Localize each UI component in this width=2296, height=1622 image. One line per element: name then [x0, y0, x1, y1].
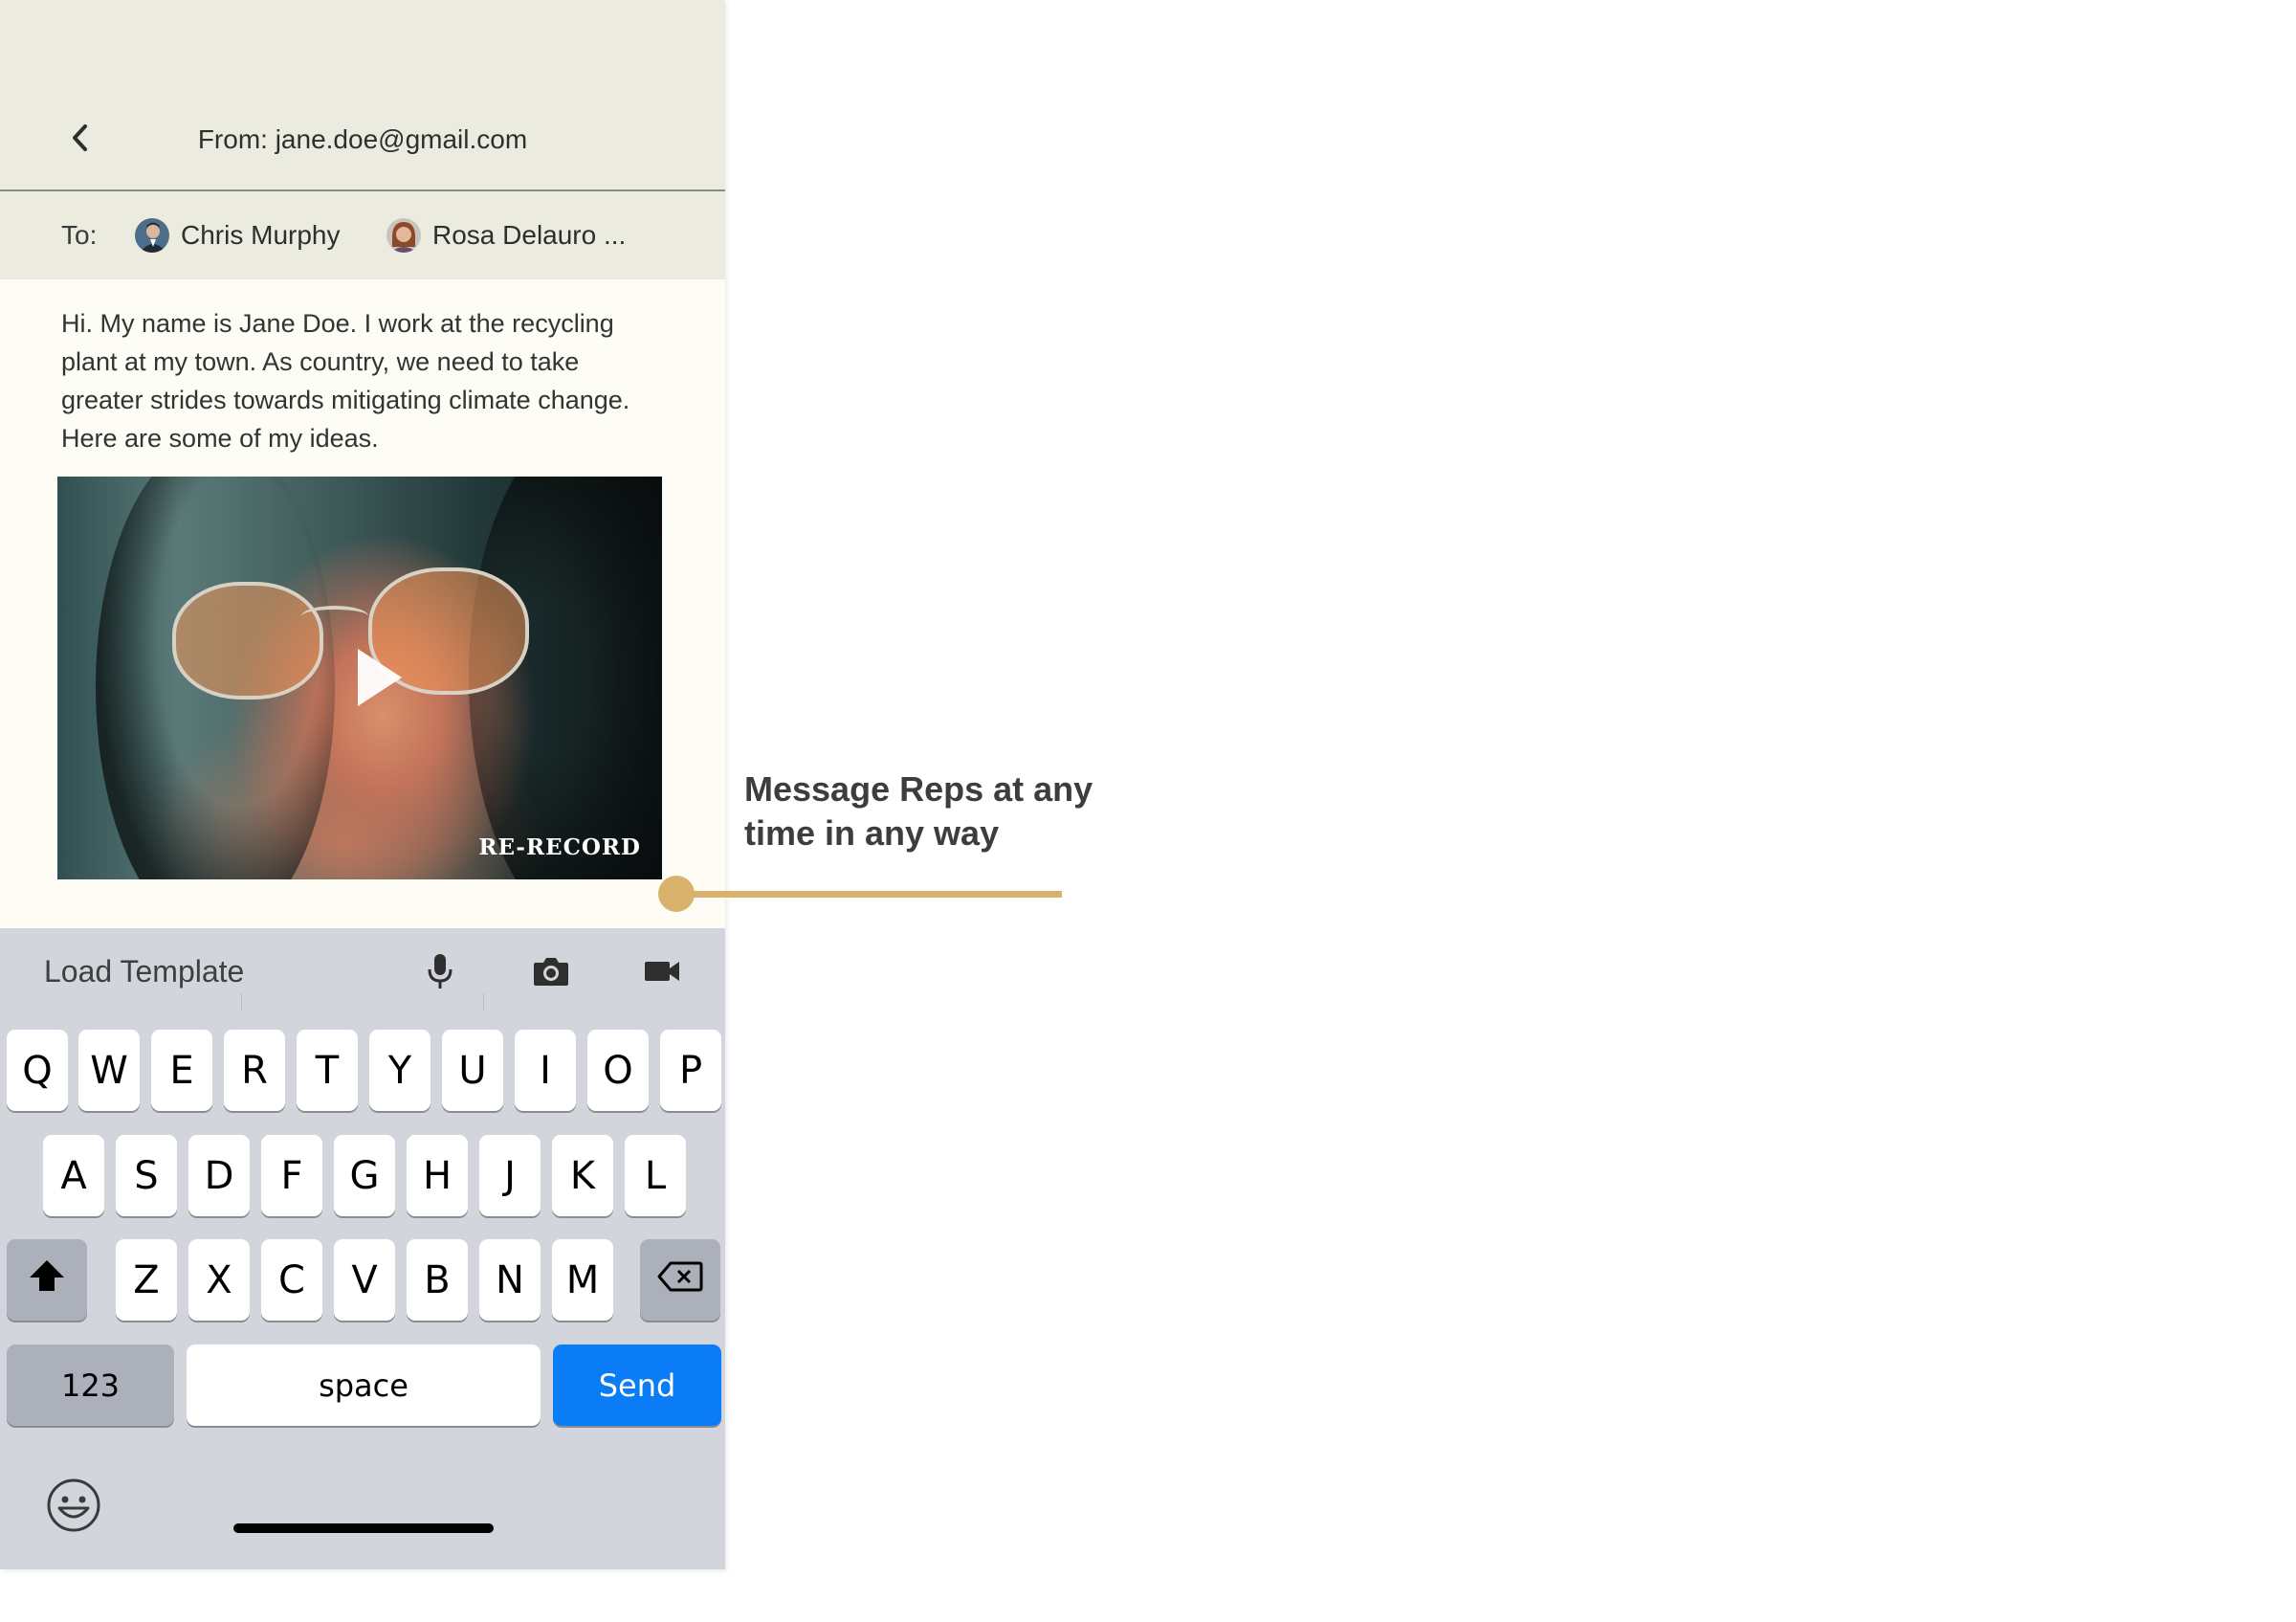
rerecord-button[interactable]: RE-RECORD [478, 834, 641, 860]
callout-dot [658, 876, 695, 912]
key-o[interactable]: O [587, 1030, 649, 1111]
key-a[interactable]: A [43, 1135, 104, 1216]
key-r[interactable]: R [224, 1030, 285, 1111]
recipient-name: Rosa Delauro ... [432, 220, 627, 250]
video-camera-icon[interactable] [640, 949, 684, 993]
avatar [135, 218, 169, 253]
delete-key[interactable] [640, 1239, 720, 1321]
shift-key[interactable] [7, 1239, 87, 1321]
key-f[interactable]: F [261, 1135, 322, 1216]
recipients-row: To: Chris Murphy Rosa Delauro ... [0, 191, 725, 279]
load-template-button[interactable]: Load Template [44, 949, 244, 993]
key-x[interactable]: X [188, 1239, 250, 1321]
from-address: From: jane.doe@gmail.com [197, 124, 528, 154]
callout-text: Message Reps at any time in any way [744, 769, 1093, 853]
glasses-bridge [301, 606, 368, 627]
key-m[interactable]: M [552, 1239, 613, 1321]
video-attachment[interactable]: RE-RECORD [57, 477, 662, 879]
avatar [386, 218, 421, 253]
key-e[interactable]: E [151, 1030, 212, 1111]
to-label: To: [61, 220, 98, 250]
message-body[interactable]: Hi. My name is Jane Doe. I work at the r… [61, 304, 654, 457]
message-header: From: jane.doe@gmail.com [0, 0, 725, 191]
toolbar-divider [241, 993, 242, 1011]
toolbar-divider [483, 993, 484, 1011]
compose-toolbar: Load Template [0, 928, 725, 1014]
key-w[interactable]: W [78, 1030, 140, 1111]
key-g[interactable]: G [334, 1135, 395, 1216]
recipient-name: Chris Murphy [181, 220, 341, 250]
key-u[interactable]: U [442, 1030, 503, 1111]
key-d[interactable]: D [188, 1135, 250, 1216]
key-q[interactable]: Q [7, 1030, 68, 1111]
key-y[interactable]: Y [369, 1030, 430, 1111]
key-t[interactable]: T [297, 1030, 358, 1111]
emoji-icon[interactable] [46, 1478, 101, 1533]
key-b[interactable]: B [407, 1239, 468, 1321]
key-h[interactable]: H [407, 1135, 468, 1216]
backspace-icon [657, 1258, 703, 1302]
mobile-screen: From: jane.doe@gmail.com To: Chris Murph… [0, 0, 725, 1569]
key-k[interactable]: K [552, 1135, 613, 1216]
send-button[interactable]: Send [553, 1344, 721, 1426]
camera-icon[interactable] [529, 949, 573, 993]
key-p[interactable]: P [660, 1030, 721, 1111]
key-l[interactable]: L [625, 1135, 686, 1216]
key-c[interactable]: C [261, 1239, 322, 1321]
recipient-rosa-delauro[interactable]: Rosa Delauro ... [386, 214, 626, 256]
key-z[interactable]: Z [116, 1239, 177, 1321]
shift-icon [28, 1258, 66, 1302]
key-v[interactable]: V [334, 1239, 395, 1321]
callout-line [674, 891, 1062, 898]
microphone-icon[interactable] [418, 949, 462, 993]
home-indicator [233, 1523, 494, 1533]
key-n[interactable]: N [479, 1239, 541, 1321]
recipient-chris-murphy[interactable]: Chris Murphy [135, 214, 340, 256]
numbers-key[interactable]: 123 [7, 1344, 174, 1426]
glasses-lens [172, 582, 323, 700]
play-icon[interactable] [358, 649, 402, 706]
space-key[interactable]: space [187, 1344, 541, 1426]
key-s[interactable]: S [116, 1135, 177, 1216]
key-i[interactable]: I [515, 1030, 576, 1111]
key-j[interactable]: J [479, 1135, 541, 1216]
keyboard-area: Load Template Q W E R T Y U I O P A S D … [0, 928, 725, 1569]
